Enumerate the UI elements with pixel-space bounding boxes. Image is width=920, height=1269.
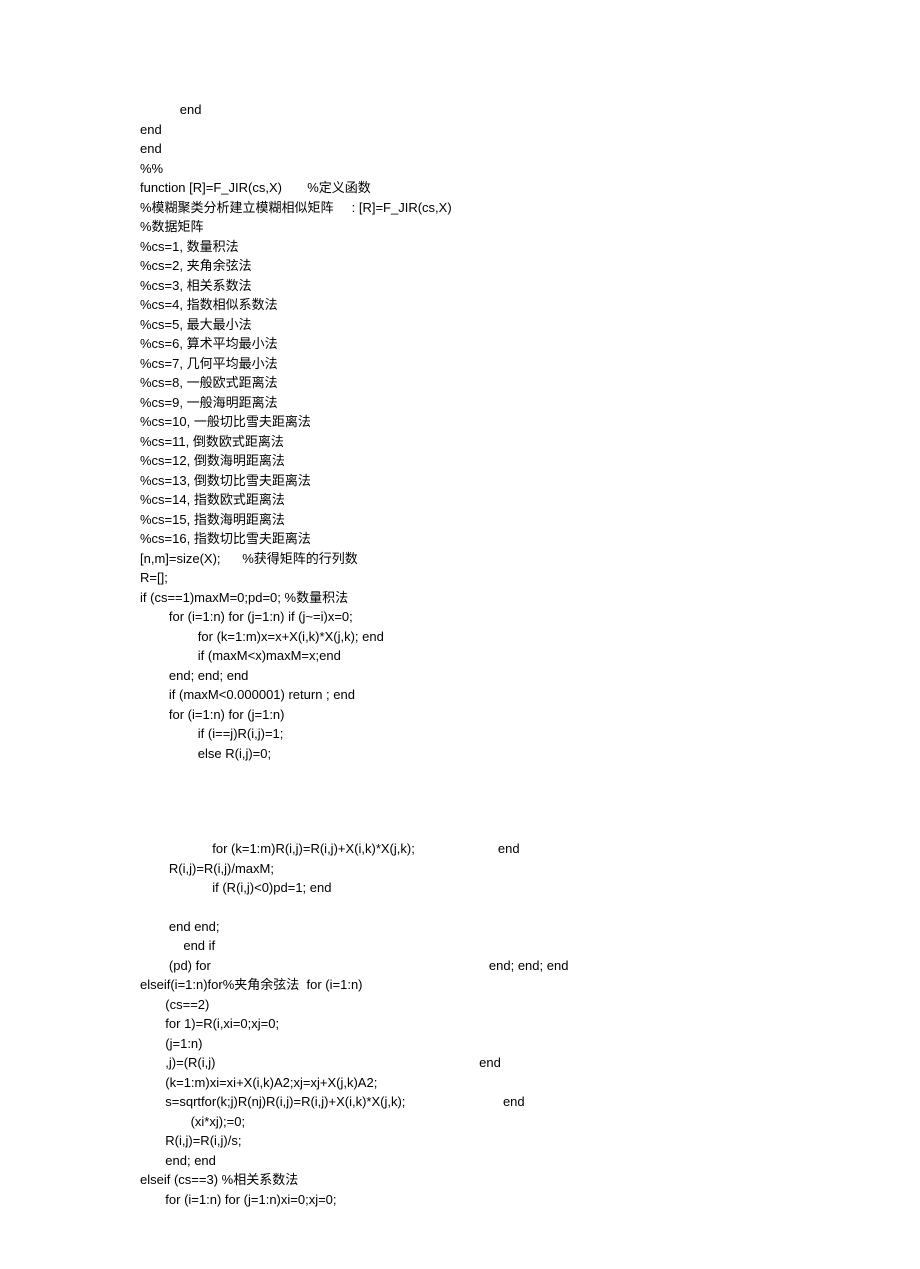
code-line: for (i=1:n) for (j=1:n) if (j~=i)x=0; [140, 607, 780, 627]
code-line: %cs=6, 算术平均最小法 [140, 334, 780, 354]
code-line: R(i,j)=R(i,j)/s; [140, 1131, 780, 1151]
code-line [140, 801, 780, 820]
code-line: %cs=12, 倒数海明距离法 [140, 451, 780, 471]
code-line: %cs=7, 几何平均最小法 [140, 354, 780, 374]
code-line: elseif (cs==3) %相关系数法 [140, 1170, 780, 1190]
code-line: end [140, 120, 780, 140]
code-line: end [140, 139, 780, 159]
code-line: (xi*xj);=0; [140, 1112, 780, 1132]
code-line: [n,m]=size(X); %获得矩阵的行列数 [140, 549, 780, 569]
code-line: %cs=15, 指数海明距离法 [140, 510, 780, 530]
code-line: if (cs==1)maxM=0;pd=0; %数量积法 [140, 588, 780, 608]
code-line: end; end; end [140, 666, 780, 686]
code-line: %cs=14, 指数欧式距离法 [140, 490, 780, 510]
code-line: for (k=1:m)x=x+X(i,k)*X(j,k); end [140, 627, 780, 647]
code-line: ,j)=(R(i,j) end [140, 1053, 780, 1073]
code-line: if (R(i,j)<0)pd=1; end [140, 878, 780, 898]
code-line: %% [140, 159, 780, 179]
code-line: %cs=3, 相关系数法 [140, 276, 780, 296]
code-line: else R(i,j)=0; [140, 744, 780, 764]
code-line: end end; [140, 917, 780, 937]
code-line: end if [140, 936, 780, 956]
code-line: function [R]=F_JIR(cs,X) %定义函数 [140, 178, 780, 198]
code-line: %cs=8, 一般欧式距离法 [140, 373, 780, 393]
code-line: R(i,j)=R(i,j)/maxM; [140, 859, 780, 879]
code-line: %cs=4, 指数相似系数法 [140, 295, 780, 315]
code-line: %cs=16, 指数切比雪夫距离法 [140, 529, 780, 549]
code-line: elseif(i=1:n)for%夹角余弦法 for (i=1:n) [140, 975, 780, 995]
code-line: (pd) for end; end; end [140, 956, 780, 976]
code-line: %cs=11, 倒数欧式距离法 [140, 432, 780, 452]
code-line [140, 782, 780, 801]
code-line: for (i=1:n) for (j=1:n) [140, 705, 780, 725]
code-line: for (k=1:m)R(i,j)=R(i,j)+X(i,k)*X(j,k); … [140, 839, 780, 859]
code-line: (k=1:m)xi=xi+X(i,k)A2;xj=xj+X(j,k)A2; [140, 1073, 780, 1093]
code-line: %数据矩阵 [140, 217, 780, 237]
code-line: %cs=5, 最大最小法 [140, 315, 780, 335]
code-line: %cs=9, 一般海明距离法 [140, 393, 780, 413]
code-document: endendend%%function [R]=F_JIR(cs,X) %定义函… [0, 0, 920, 1269]
code-line: if (maxM<0.000001) return ; end [140, 685, 780, 705]
code-line: if (i==j)R(i,j)=1; [140, 724, 780, 744]
code-line: %cs=13, 倒数切比雪夫距离法 [140, 471, 780, 491]
code-line: s=sqrtfor(k;j)R(nj)R(i,j)=R(i,j)+X(i,k)*… [140, 1092, 780, 1112]
code-line: %模糊聚类分析建立模糊相似矩阵 : [R]=F_JIR(cs,X) [140, 198, 780, 218]
code-line: for 1)=R(i,xi=0;xj=0; [140, 1014, 780, 1034]
code-line: end [140, 100, 780, 120]
code-line: %cs=2, 夹角余弦法 [140, 256, 780, 276]
code-line: for (i=1:n) for (j=1:n)xi=0;xj=0; [140, 1190, 780, 1210]
code-line: R=[]; [140, 568, 780, 588]
code-line: %cs=1, 数量积法 [140, 237, 780, 257]
code-line [140, 763, 780, 782]
code-line: (j=1:n) [140, 1034, 780, 1054]
code-line [140, 898, 780, 917]
code-line: end; end [140, 1151, 780, 1171]
code-line: if (maxM<x)maxM=x;end [140, 646, 780, 666]
code-line: %cs=10, 一般切比雪夫距离法 [140, 412, 780, 432]
code-line: (cs==2) [140, 995, 780, 1015]
code-line [140, 820, 780, 839]
